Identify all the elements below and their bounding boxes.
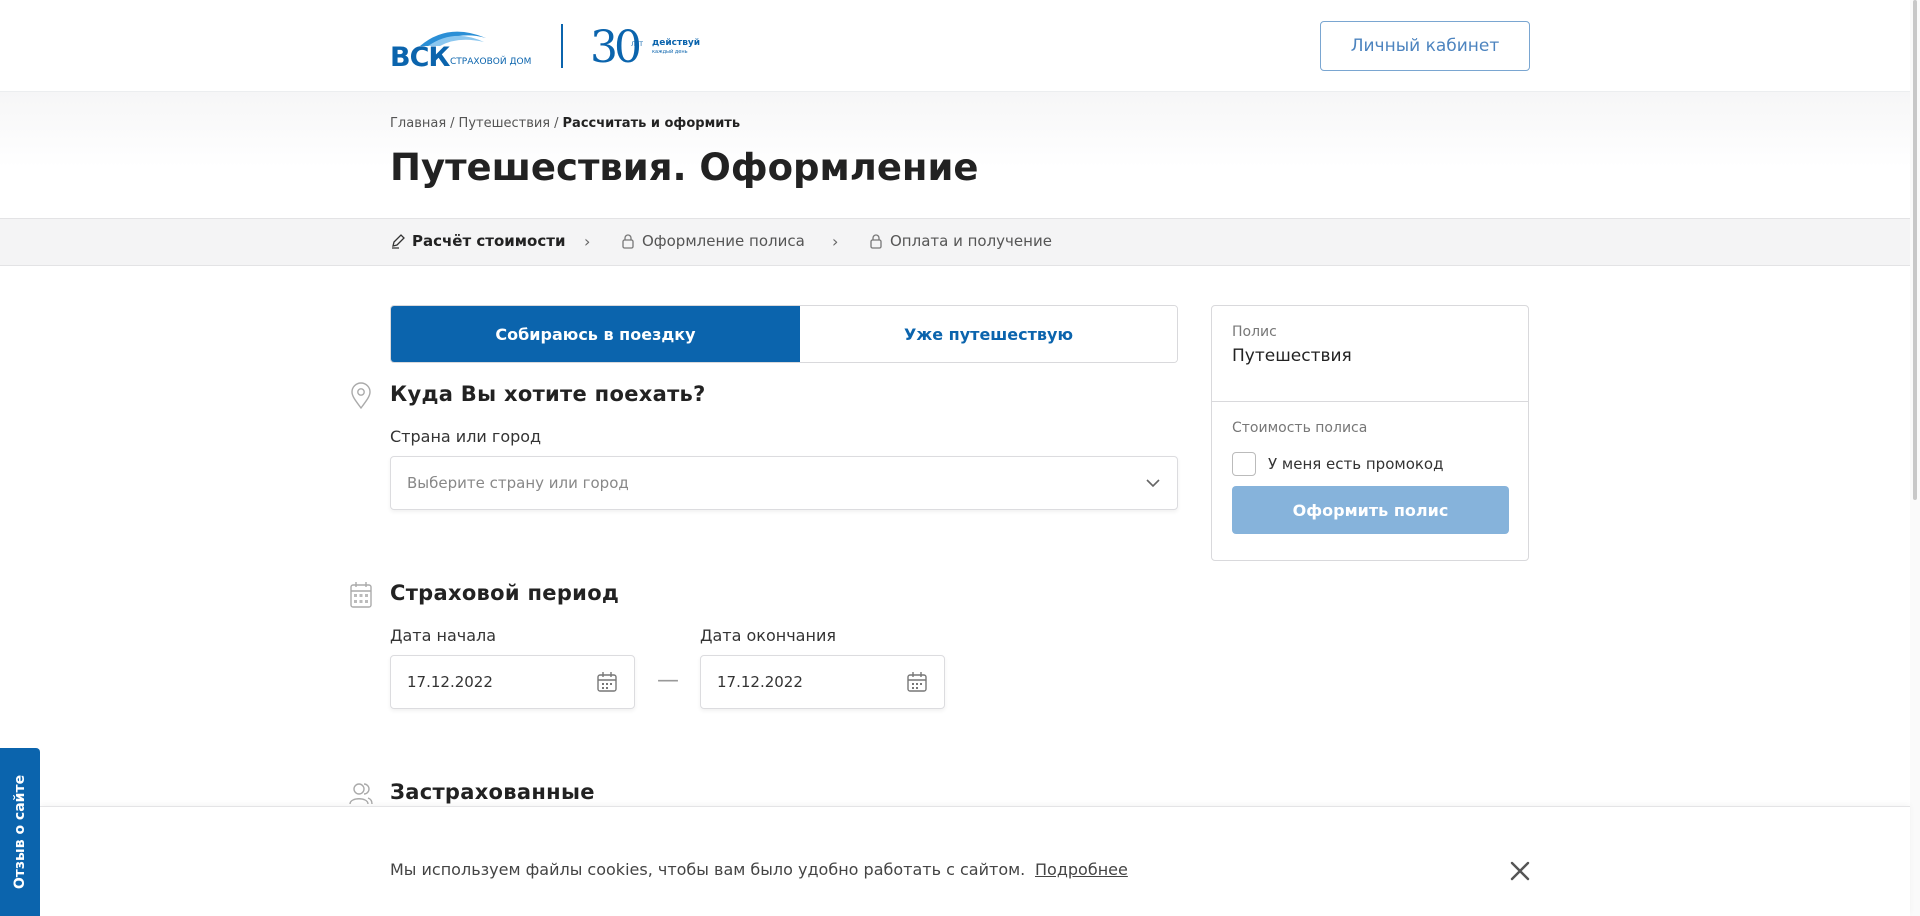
tab-already-travelling[interactable]: Уже путешествую	[800, 306, 1177, 362]
step-label: Расчёт стоимости	[412, 232, 566, 250]
title-area: Главная / Путешествия / Рассчитать и офо…	[0, 92, 1920, 218]
destination-select[interactable]: Выберите страну или город	[390, 456, 1178, 510]
step-label: Оплата и получение	[890, 232, 1052, 250]
chevron-down-icon	[1146, 479, 1160, 488]
breadcrumb: Главная / Путешествия / Рассчитать и офо…	[390, 116, 740, 131]
submit-policy-button[interactable]: Оформить полис	[1232, 486, 1509, 534]
step-policy: Оформление полиса	[620, 232, 805, 250]
period-title: Страховой период	[390, 581, 620, 605]
lock-icon	[622, 234, 634, 249]
breadcrumb-travel[interactable]: Путешествия	[459, 116, 551, 131]
feedback-label: Отзыв о сайте	[12, 774, 28, 890]
end-date-input[interactable]: 17.12.2022	[700, 655, 945, 709]
destination-placeholder: Выберите страну или город	[407, 474, 629, 492]
logo-years: ЛЕТ	[631, 41, 643, 48]
step-calculation[interactable]: Расчёт стоимости	[390, 232, 565, 250]
promo-checkbox[interactable]	[1232, 452, 1256, 476]
step-payment: Оплата и получение	[868, 232, 1052, 250]
people-icon	[349, 783, 373, 805]
site-feedback-tab[interactable]: Отзыв о сайте	[0, 748, 40, 916]
policy-value: Путешествия	[1232, 346, 1352, 366]
step-label: Оформление полиса	[642, 232, 805, 250]
policy-summary-card: Полис Путешествия Стоимость полиса У мен…	[1211, 305, 1529, 561]
logo-subtitle: СТРАХОВОЙ ДОМ	[450, 57, 532, 67]
logo-divider	[561, 24, 563, 68]
policy-summary-top: Полис Путешествия	[1212, 306, 1528, 402]
page-title: Путешествия. Оформление	[390, 146, 979, 189]
promo-label: У меня есть промокод	[1268, 455, 1444, 473]
logo-text: ВСК	[390, 42, 450, 73]
tab-planning-trip[interactable]: Собираюсь в поездку	[391, 306, 800, 362]
start-date-label: Дата начала	[390, 626, 497, 645]
logo-tagline: действуй	[652, 38, 701, 48]
logo-tagline-sub: каждый день	[652, 49, 688, 55]
calendar-icon[interactable]	[596, 671, 618, 693]
start-date-value: 17.12.2022	[407, 673, 493, 691]
site-header: ВСК СТРАХОВОЙ ДОМ 30 ЛЕТ действуй каждый…	[0, 0, 1920, 92]
breadcrumb-home[interactable]: Главная	[390, 116, 446, 131]
calendar-grid-icon	[350, 582, 372, 608]
date-range-separator: —	[657, 668, 679, 693]
cookie-more-link[interactable]: Подробнее	[1035, 860, 1128, 879]
trip-type-tabs: Собираюсь в поездку Уже путешествую	[390, 305, 1178, 363]
close-icon[interactable]	[1508, 859, 1532, 883]
destination-title: Куда Вы хотите поехать?	[390, 382, 706, 406]
chevron-right-icon: ›	[832, 232, 839, 251]
progress-steps: Расчёт стоимости › Оформление полиса › О…	[0, 218, 1920, 266]
policy-label: Полис	[1232, 324, 1277, 340]
calendar-icon[interactable]	[906, 671, 928, 693]
breadcrumb-separator: /	[450, 116, 455, 131]
location-pin-icon	[351, 382, 371, 410]
scrollbar-thumb[interactable]	[1913, 0, 1917, 500]
destination-field-label: Страна или город	[390, 427, 542, 446]
cookie-banner: Мы используем файлы cookies, чтобы вам б…	[40, 806, 1910, 916]
lock-icon	[870, 234, 882, 249]
start-date-input[interactable]: 17.12.2022	[390, 655, 635, 709]
chevron-right-icon: ›	[584, 232, 591, 251]
policy-cost-label: Стоимость полиса	[1232, 420, 1368, 436]
vsk-logo[interactable]: ВСК СТРАХОВОЙ ДОМ 30 ЛЕТ действуй каждый…	[390, 22, 701, 73]
insured-title: Застрахованные	[390, 780, 595, 804]
promo-checkbox-row[interactable]: У меня есть промокод	[1232, 452, 1443, 476]
breadcrumb-current: Рассчитать и оформить	[562, 116, 741, 131]
end-date-label: Дата окончания	[700, 626, 836, 645]
end-date-value: 17.12.2022	[717, 673, 803, 691]
personal-cabinet-button[interactable]: Личный кабинет	[1320, 21, 1530, 71]
breadcrumb-separator: /	[554, 116, 559, 131]
pencil-icon	[392, 234, 405, 249]
cookie-text: Мы используем файлы cookies, чтобы вам б…	[390, 860, 1026, 879]
